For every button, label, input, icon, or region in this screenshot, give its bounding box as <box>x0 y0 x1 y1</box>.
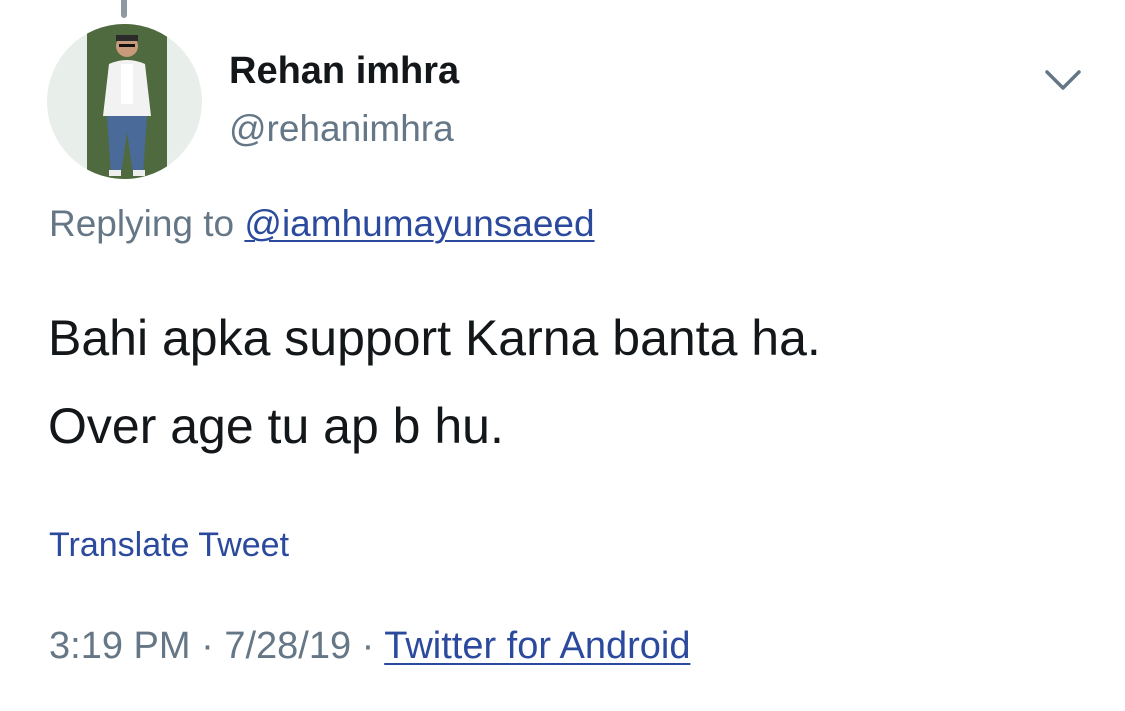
meta-separator: · <box>351 625 385 667</box>
author-handle[interactable]: @rehanimhra <box>229 108 454 150</box>
tweet-time: 3:19 PM <box>49 625 191 667</box>
replying-to-label: Replying to <box>49 203 245 244</box>
tweet-metadata: 3:19 PM · 7/28/19 · Twitter for Android <box>49 625 690 668</box>
tweet-text: Bahi apka support Karna banta ha. Over a… <box>48 294 1088 470</box>
meta-separator: · <box>190 625 225 667</box>
chevron-down-icon[interactable] <box>1043 64 1083 96</box>
replying-to-line: Replying to @iamhumayunsaeed <box>49 203 595 245</box>
author-display-name[interactable]: Rehan imhra <box>229 50 459 93</box>
tweet-text-line: Bahi apka support Karna banta ha. <box>48 310 821 366</box>
tweet-date: 7/28/19 <box>224 625 352 667</box>
person-photo-avatar-icon <box>87 24 167 179</box>
reply-mention-link[interactable]: @iamhumayunsaeed <box>244 203 594 244</box>
thread-connector-line <box>121 0 127 18</box>
avatar[interactable] <box>47 24 202 179</box>
tweet-text-line: Over age tu ap b hu. <box>48 398 504 454</box>
tweet-source-link[interactable]: Twitter for Android <box>384 625 690 667</box>
translate-tweet-link[interactable]: Translate Tweet <box>49 526 289 565</box>
